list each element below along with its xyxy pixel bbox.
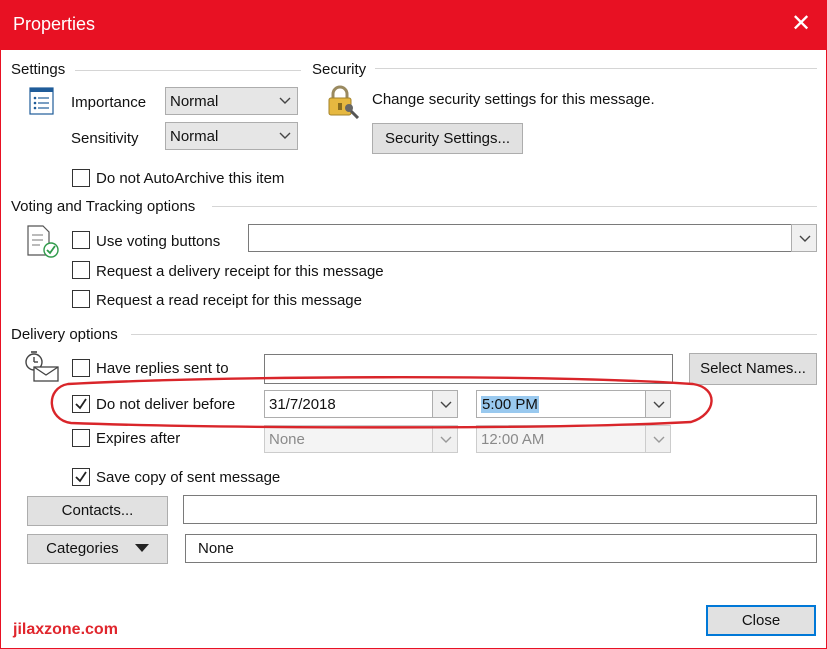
categories-button-label: Categories: [46, 540, 119, 557]
close-button[interactable]: Close: [706, 605, 816, 636]
delivery-heading: Delivery options: [11, 326, 118, 343]
expires-date-value: None: [269, 431, 305, 448]
save-copy-label: Save copy of sent message: [96, 469, 281, 486]
voting-divider: [212, 206, 817, 207]
sensitivity-select[interactable]: Normal: [165, 122, 298, 150]
security-description: Change security settings for this messag…: [372, 91, 655, 108]
settings-divider: [75, 70, 301, 71]
window-title: Properties: [13, 14, 96, 34]
checkmark-icon: [75, 471, 87, 483]
importance-label: Importance: [71, 94, 147, 111]
title-bar[interactable]: Properties ✕: [1, 1, 826, 50]
security-divider: [375, 68, 817, 69]
settings-heading: Settings: [11, 61, 66, 78]
importance-value: Normal: [170, 93, 219, 110]
voting-buttons-combo[interactable]: [248, 224, 817, 252]
delivery-divider: [131, 334, 817, 335]
annotation-circle: [50, 376, 713, 429]
importance-select[interactable]: Normal: [165, 87, 298, 115]
sensitivity-value: Normal: [170, 128, 219, 145]
caret-down-icon: [134, 544, 149, 552]
replies-label: Have replies sent to: [96, 360, 229, 377]
chevron-down-icon: [653, 436, 665, 443]
replies-checkbox[interactable]: [72, 359, 90, 377]
chevron-down-icon: [279, 97, 291, 104]
chevron-down-icon: [440, 436, 452, 443]
chevron-down-icon: [799, 235, 811, 242]
chevron-down-icon: [279, 132, 291, 139]
autoarchive-label: Do not AutoArchive this item: [96, 170, 285, 187]
voting-heading: Voting and Tracking options: [11, 198, 196, 215]
categories-value: None: [198, 540, 234, 557]
read-receipt-label: Request a read receipt for this message: [96, 292, 362, 309]
expires-time-value: 12:00 AM: [481, 431, 545, 448]
security-settings-button[interactable]: Security Settings...: [372, 123, 523, 154]
categories-button[interactable]: Categories: [27, 534, 168, 564]
sensitivity-label: Sensitivity: [71, 130, 139, 147]
contacts-input[interactable]: [183, 495, 817, 524]
voting-dropdown-button[interactable]: [791, 224, 817, 252]
delivery-receipt-checkbox[interactable]: [72, 261, 90, 279]
expires-checkbox[interactable]: [72, 429, 90, 447]
security-heading: Security: [312, 61, 367, 78]
voting-tracking-icon: [27, 225, 59, 258]
use-voting-checkbox[interactable]: [72, 231, 90, 249]
use-voting-label: Use voting buttons: [96, 233, 221, 250]
contacts-button[interactable]: Contacts...: [27, 496, 168, 526]
lock-key-icon: [328, 85, 360, 119]
properties-list-icon: [29, 87, 54, 115]
categories-input[interactable]: None: [185, 534, 817, 563]
read-receipt-checkbox[interactable]: [72, 290, 90, 308]
autoarchive-checkbox[interactable]: [72, 169, 90, 187]
watermark: jilaxzone.com: [13, 621, 118, 638]
properties-dialog: Properties ✕ Settings Importance Normal …: [0, 0, 827, 649]
delivery-receipt-label: Request a delivery receipt for this mess…: [96, 263, 384, 280]
save-copy-checkbox[interactable]: [72, 468, 90, 486]
close-icon[interactable]: ✕: [788, 11, 814, 37]
expires-label: Expires after: [96, 430, 181, 447]
